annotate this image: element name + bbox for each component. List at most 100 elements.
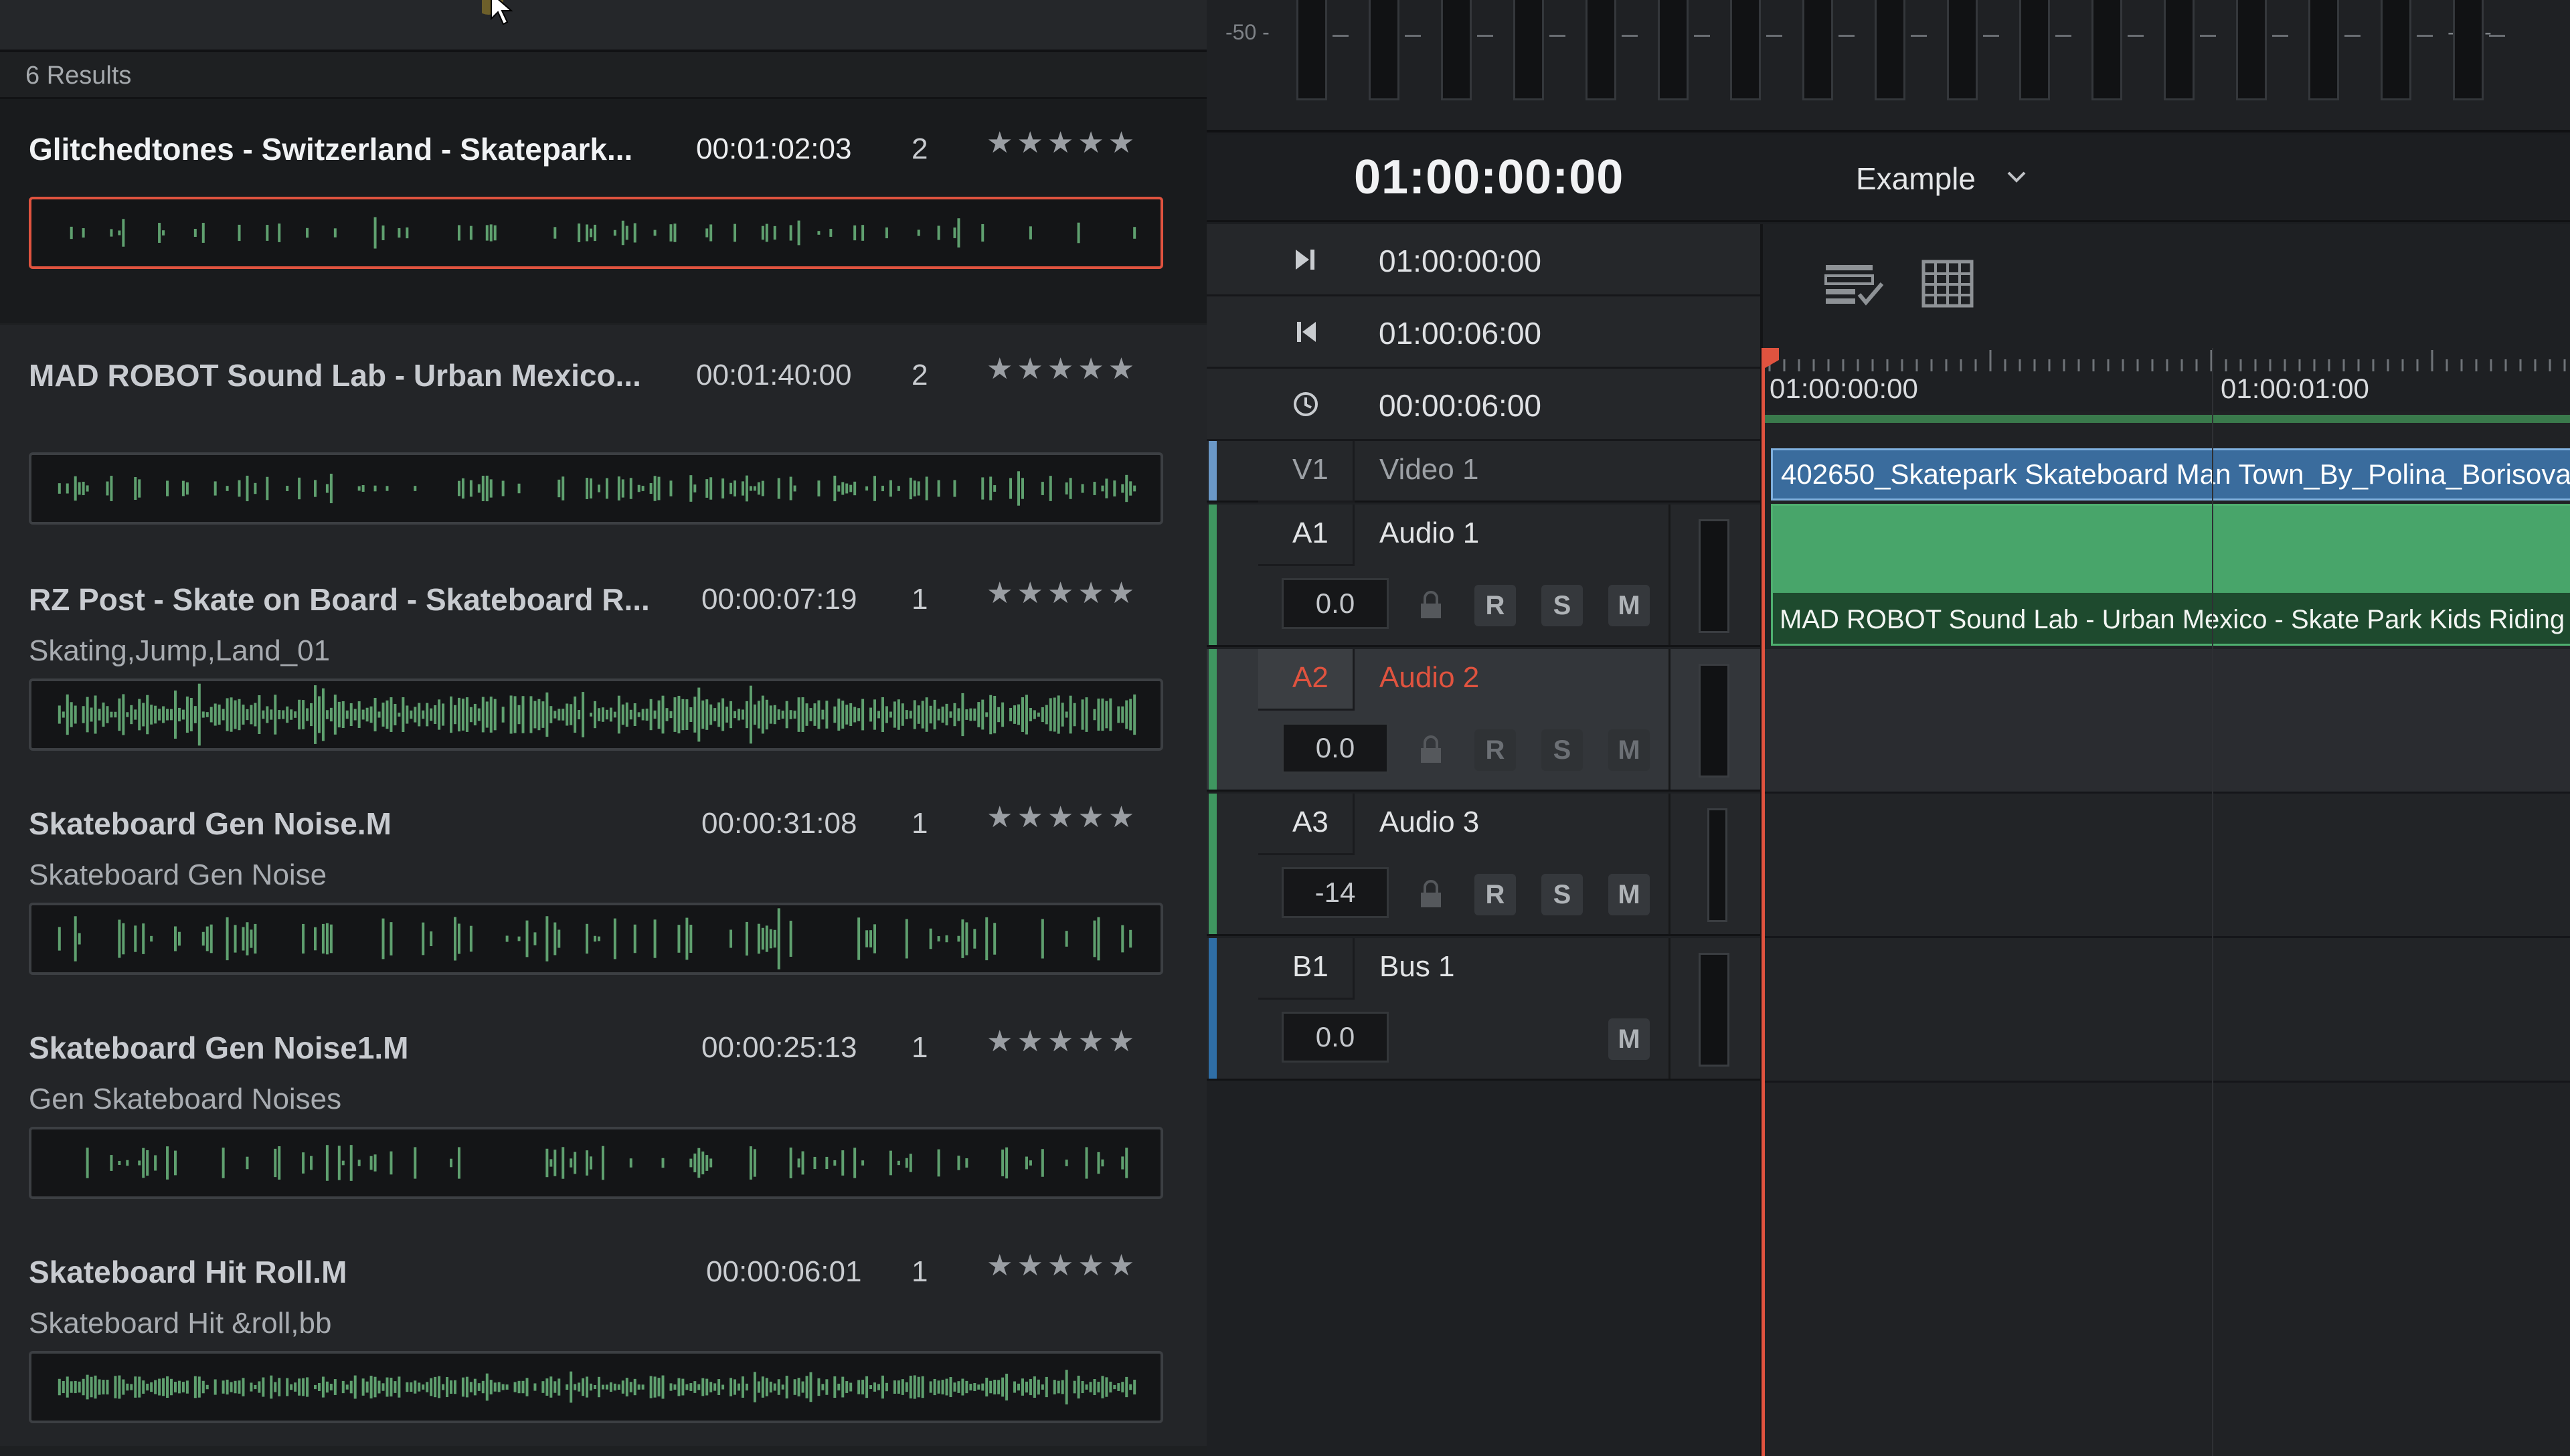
waveform-sample <box>177 707 181 722</box>
waveform-sample <box>734 480 737 496</box>
list-item[interactable]: Glitchedtones - Switzerland - Skatepark.… <box>0 99 1207 323</box>
track-name[interactable]: Audio 1 <box>1379 517 1479 550</box>
track-name[interactable]: Audio 2 <box>1379 661 1479 695</box>
clip-description: Skating,Jump,Land_01 <box>29 634 331 667</box>
timeline-track-b1[interactable] <box>1763 938 2570 1083</box>
track-name[interactable]: Audio 3 <box>1379 806 1479 839</box>
rating-stars[interactable]: ★★★★★ <box>987 1249 1138 1283</box>
in-point-row[interactable]: 01:00:00:00 <box>1207 224 1760 296</box>
list-item[interactable]: MAD ROBOT Sound Lab - Urban Mexico... 00… <box>0 325 1207 549</box>
record-button[interactable]: R <box>1474 729 1516 771</box>
track-a2[interactable]: A2 Audio 2 0.0 R S M <box>1207 649 1760 792</box>
mute-button[interactable]: M <box>1608 729 1650 771</box>
waveform-sample <box>621 1380 624 1394</box>
waveform-sample <box>601 1384 604 1390</box>
waveform-sample <box>222 709 225 721</box>
waveform-sample <box>321 923 325 954</box>
timeline-ruler[interactable]: 01:00:00:00 01:00:01:00 <box>1763 345 2570 412</box>
track-name[interactable]: Video 1 <box>1379 453 1478 486</box>
go-to-in-icon[interactable] <box>1290 244 1321 275</box>
rating-stars[interactable]: ★★★★★ <box>987 352 1138 386</box>
meter-tick <box>2417 35 2433 37</box>
volume-field[interactable]: -14 <box>1282 867 1389 918</box>
clip-body <box>1773 506 2570 593</box>
record-button[interactable]: R <box>1474 585 1516 626</box>
waveform-sample <box>833 1160 837 1166</box>
waveform[interactable] <box>29 678 1163 751</box>
track-a1[interactable]: A1 Audio 1 0.0 R S M <box>1207 505 1760 647</box>
rating-stars[interactable]: ★★★★★ <box>987 1024 1138 1059</box>
waveform-sample <box>238 224 241 242</box>
waveform-sample <box>562 476 565 500</box>
track-v1[interactable]: V1 Video 1 <box>1207 441 1760 503</box>
duration-row[interactable]: 00:00:06:00 <box>1207 369 1760 441</box>
waveform-sample <box>685 1384 689 1390</box>
audio-clip[interactable]: MAD ROBOT Sound Lab - Urban Mexico - Ska… <box>1771 504 2570 646</box>
waveform-sample <box>730 701 733 729</box>
waveform[interactable] <box>29 1351 1163 1423</box>
track-id: A2 <box>1292 661 1329 694</box>
waveform-sample <box>689 475 693 502</box>
lock-icon[interactable] <box>1416 590 1446 621</box>
volume-field[interactable]: 0.0 <box>1282 578 1389 629</box>
track-name[interactable]: Bus 1 <box>1379 950 1455 984</box>
timecode-display[interactable]: 01:00:00:00 <box>1354 150 1624 205</box>
waveform-sample <box>653 476 657 501</box>
rating-stars[interactable]: ★★★★★ <box>987 126 1138 160</box>
waveform-sample <box>905 1158 908 1168</box>
meter-tick <box>1838 35 1855 37</box>
volume-field[interactable]: 0.0 <box>1282 1012 1389 1063</box>
video-clip[interactable]: 402650_Skatepark Skateboard Man Town_By_… <box>1771 448 2570 500</box>
out-point-row[interactable]: 01:00:06:00 <box>1207 296 1760 369</box>
mute-button[interactable]: M <box>1608 1018 1650 1060</box>
waveform-sample <box>150 705 153 725</box>
waveform-sample <box>142 1148 145 1178</box>
waveform-sample <box>485 701 489 728</box>
track-id: V1 <box>1292 453 1329 486</box>
mute-button[interactable]: M <box>1608 874 1650 915</box>
go-to-out-icon[interactable] <box>1290 316 1321 347</box>
rating-stars[interactable]: ★★★★★ <box>987 800 1138 834</box>
waveform-sample <box>402 697 405 733</box>
grid-icon[interactable] <box>1921 259 1974 308</box>
waveform-sample <box>278 710 281 719</box>
waveform[interactable] <box>29 452 1163 525</box>
waveform-sample <box>1093 482 1096 495</box>
record-button[interactable]: R <box>1474 874 1516 915</box>
meter-bar <box>1947 0 1978 100</box>
clip-title: Skateboard Gen Noise.M <box>29 806 392 841</box>
mute-button[interactable]: M <box>1608 585 1650 626</box>
waveform-sample <box>302 700 305 729</box>
timeline-track-a3[interactable] <box>1763 794 2570 938</box>
solo-button[interactable]: S <box>1541 585 1583 626</box>
track-list-check-icon[interactable] <box>1823 261 1886 308</box>
chevron-down-icon[interactable] <box>2003 167 2030 187</box>
solo-button[interactable]: S <box>1541 874 1583 915</box>
waveform-sample <box>1041 919 1044 959</box>
timeline-track-a2[interactable] <box>1763 649 2570 794</box>
waveform[interactable] <box>29 1127 1163 1199</box>
waveform-sample <box>201 223 205 243</box>
playhead[interactable] <box>1762 348 1765 1456</box>
list-item[interactable]: Skateboard Hit Roll.M 00:00:06:01 1 ★★★★… <box>0 1222 1207 1446</box>
waveform-sample <box>917 705 920 724</box>
waveform[interactable] <box>29 197 1163 269</box>
waveform-sample <box>386 1377 389 1397</box>
waveform-sample <box>321 1376 325 1398</box>
lock-icon[interactable] <box>1416 879 1446 910</box>
timeline-selector[interactable]: Example <box>1856 161 1976 197</box>
waveform-sample <box>473 703 477 726</box>
list-item[interactable]: Skateboard Gen Noise.M 00:00:31:08 1 ★★★… <box>0 774 1207 998</box>
list-item[interactable]: Skateboard Gen Noise1.M 00:00:25:13 1 ★★… <box>0 998 1207 1222</box>
lock-icon[interactable] <box>1416 735 1446 765</box>
list-item[interactable]: RZ Post - Skate on Board - Skateboard R.… <box>0 549 1207 774</box>
rating-stars[interactable]: ★★★★★ <box>987 576 1138 610</box>
waveform[interactable] <box>29 903 1163 975</box>
volume-field[interactable]: 0.0 <box>1282 723 1389 774</box>
solo-button[interactable]: S <box>1541 729 1583 771</box>
waveform-sample <box>410 1382 413 1392</box>
timeline-panel[interactable]: 01:00:00:00 01:00:01:00 402650_Skatepark… <box>1760 224 2570 1456</box>
waveform-sample <box>1101 485 1104 492</box>
track-b1[interactable]: B1 Bus 1 0.0 M <box>1207 938 1760 1081</box>
track-a3[interactable]: A3 Audio 3 -14 R S M <box>1207 794 1760 936</box>
